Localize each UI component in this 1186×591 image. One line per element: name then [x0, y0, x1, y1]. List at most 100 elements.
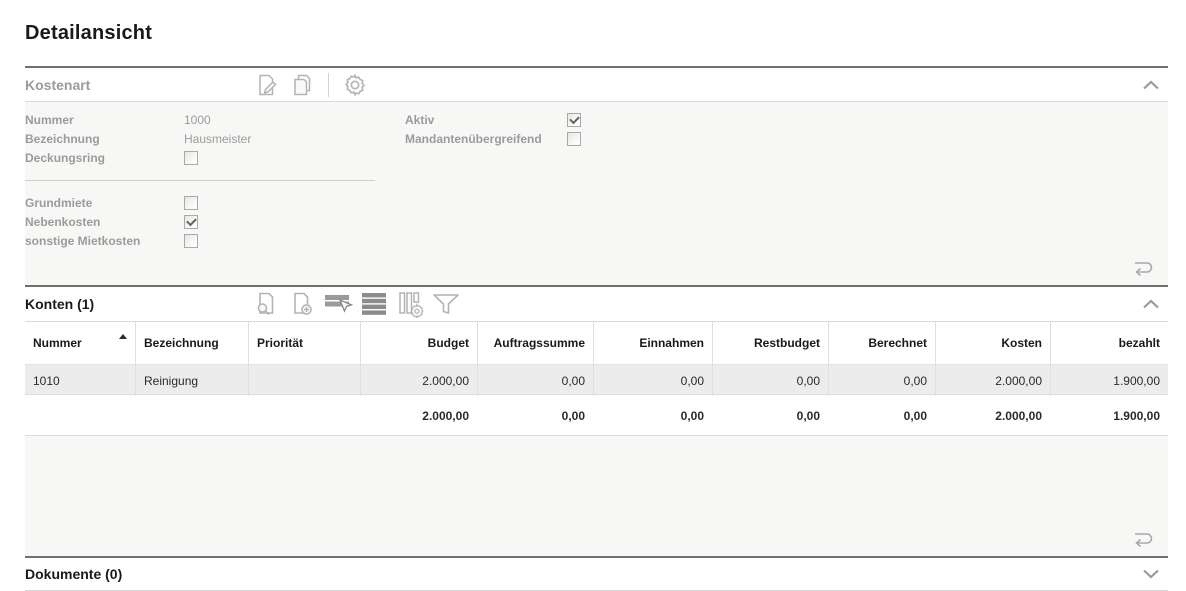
select-rows-icon [323, 291, 353, 317]
column-label: Berechnet [868, 336, 927, 350]
cell-budget: 2.000,00 [360, 365, 477, 396]
field-sonstige-mietkosten: sonstige Mietkosten [25, 231, 375, 250]
add-document-button[interactable] [288, 290, 316, 318]
edit-icon [253, 72, 279, 98]
total-kosten: 2.000,00 [995, 408, 1042, 423]
add-document-icon [288, 290, 316, 318]
page-title: Detailansicht [25, 21, 153, 44]
chevron-up-icon [1142, 298, 1160, 310]
settings-button[interactable] [341, 71, 369, 99]
column-label: Budget [427, 336, 469, 350]
rows-button[interactable] [360, 290, 388, 318]
cell-einnahmen: 0,00 [593, 365, 712, 396]
total-auftragssumme: 0,00 [561, 408, 585, 423]
form-divider [25, 180, 375, 181]
filter-icon [431, 291, 461, 317]
konten-table-header: Nummer Bezeichnung Priorität Budget Auft… [25, 322, 1168, 364]
total-restbudget: 0,00 [796, 408, 820, 423]
column-settings-icon [396, 290, 424, 318]
kostenart-header: Kostenart [25, 68, 1168, 101]
table-totals-row: 2.000,00 0,00 0,00 0,00 0,00 2.000,00 1.… [25, 395, 1168, 436]
field-mandantenuebergreifend: Mandantenübergreifend [405, 129, 581, 148]
field-label: Deckungsring [25, 150, 106, 165]
field-deckungsring: Deckungsring [25, 148, 375, 167]
column-header-nummer[interactable]: Nummer [25, 322, 135, 364]
section-kostenart: Kostenart Nummer 1000 Bezeichnung Hausme… [25, 66, 1168, 285]
total-budget: 2.000,00 [422, 408, 469, 423]
page-header: Detailansicht [25, 0, 1168, 66]
chevron-down-icon [1142, 568, 1160, 580]
field-value: 1000 [184, 112, 211, 127]
column-label: Auftragssumme [493, 336, 585, 350]
field-bezeichnung: Bezeichnung Hausmeister [25, 129, 375, 148]
dokumente-title: Dokumente (0) [25, 566, 123, 582]
column-header-bezeichnung[interactable]: Bezeichnung [135, 322, 248, 364]
view-document-button[interactable] [252, 290, 280, 318]
section-dokumente: Dokumente (0) [25, 556, 1168, 591]
rows-icon [360, 291, 388, 317]
column-label: Kosten [1001, 336, 1042, 350]
sonstige-mietkosten-checkbox[interactable] [184, 233, 198, 248]
dokumente-header: Dokumente (0) [25, 558, 1168, 591]
copy-button[interactable] [288, 71, 316, 99]
view-document-icon [252, 290, 280, 318]
konten-collapse-button[interactable] [1140, 293, 1162, 315]
grundmiete-checkbox[interactable] [184, 195, 198, 210]
column-header-budget[interactable]: Budget [360, 322, 477, 364]
field-label: Nummer [25, 112, 74, 127]
total-prioritaet [248, 395, 360, 436]
settings-icon [342, 72, 368, 98]
nebenkosten-checkbox[interactable] [184, 214, 198, 229]
column-label: Priorität [257, 336, 304, 350]
kostenart-right-column: Aktiv Mandantenübergreifend [405, 110, 581, 148]
total-bezeichnung [135, 395, 248, 436]
field-grundmiete: Grundmiete [25, 193, 375, 212]
kostenart-undo-button[interactable] [1129, 257, 1155, 279]
kostenart-toolbar [252, 71, 369, 99]
column-label: bezahlt [1118, 336, 1160, 350]
table-row[interactable]: 1010 Reinigung 2.000,00 0,00 0,00 0,00 0… [25, 364, 1168, 396]
column-settings-button[interactable] [396, 290, 424, 318]
column-header-auftragssumme[interactable]: Auftragssumme [477, 322, 593, 364]
filter-button[interactable] [432, 290, 460, 318]
field-label: Grundmiete [25, 195, 93, 210]
select-rows-button[interactable] [323, 290, 353, 318]
total-nummer [25, 395, 135, 436]
field-label: Nebenkosten [25, 214, 101, 229]
kostenart-collapse-button[interactable] [1140, 74, 1162, 96]
column-header-berechnet[interactable]: Berechnet [828, 322, 935, 364]
field-nebenkosten: Nebenkosten [25, 212, 375, 231]
field-label: Bezeichnung [25, 131, 100, 146]
cell-kosten: 2.000,00 [935, 365, 1050, 396]
cell-bezahlt: 1.900,00 [1050, 365, 1168, 396]
deckungsring-checkbox[interactable] [184, 150, 198, 165]
cell-restbudget: 0,00 [712, 365, 828, 396]
field-label: Aktiv [405, 112, 435, 127]
edit-button[interactable] [252, 71, 280, 99]
field-label: sonstige Mietkosten [25, 233, 141, 248]
column-label: Restbudget [754, 336, 820, 350]
mandantenuebergreifend-checkbox[interactable] [567, 131, 581, 146]
cell-berechnet: 0,00 [828, 365, 935, 396]
cell-nummer: 1010 [33, 373, 60, 388]
konten-undo-button[interactable] [1129, 528, 1155, 550]
dokumente-expand-button[interactable] [1140, 563, 1162, 585]
column-header-einnahmen[interactable]: Einnahmen [593, 322, 712, 364]
konten-header: Konten (1) [25, 287, 1168, 321]
column-header-kosten[interactable]: Kosten [935, 322, 1050, 364]
aktiv-checkbox[interactable] [567, 112, 581, 127]
field-nummer: Nummer 1000 [25, 110, 375, 129]
section-konten: Konten (1) Nummer Bezeichnung Priorität … [25, 285, 1168, 556]
column-label: Nummer [33, 336, 82, 350]
column-header-bezahlt[interactable]: bezahlt [1050, 322, 1168, 364]
field-value: Hausmeister [184, 131, 252, 146]
cell-bezeichnung: Reinigung [135, 365, 248, 396]
kostenart-title: Kostenart [25, 76, 91, 93]
total-bezahlt: 1.900,00 [1113, 408, 1160, 423]
column-header-restbudget[interactable]: Restbudget [712, 322, 828, 364]
copy-icon [289, 72, 315, 98]
field-aktiv: Aktiv [405, 110, 581, 129]
sort-ascending-icon [119, 333, 127, 339]
column-header-prioritaet[interactable]: Priorität [248, 322, 360, 364]
konten-title: Konten (1) [25, 296, 95, 312]
